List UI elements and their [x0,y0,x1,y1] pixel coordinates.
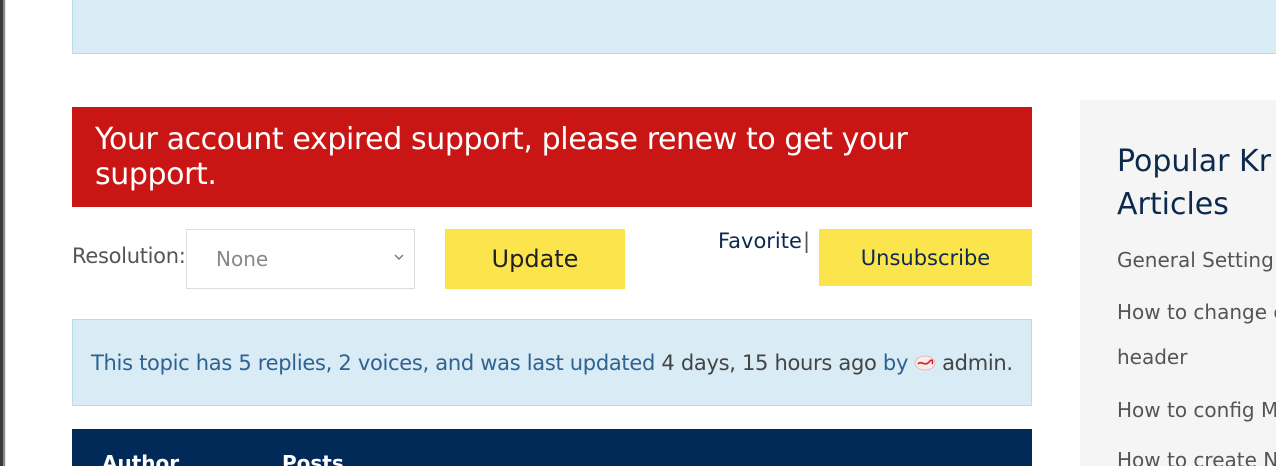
author-link[interactable]: admin. [942,351,1013,375]
sidebar-title: Popular Kr Articles [1117,140,1276,226]
window-edge [0,0,6,466]
resolution-label: Resolution: [72,244,186,268]
top-notice-panel [72,0,1276,54]
update-button[interactable]: Update [445,229,625,289]
admin-avatar-icon [914,355,936,370]
sidebar-title-line2: Articles [1117,187,1229,222]
column-author: Author [102,451,180,475]
alert-text: Your account expired support, please ren… [95,122,908,192]
expired-support-alert: Your account expired support, please ren… [72,107,1032,207]
article-link[interactable]: How to change c [1117,300,1276,324]
resolution-select[interactable]: None [186,229,415,289]
topic-info-text: This topic has 5 replies, 2 voices, and … [91,350,656,375]
separator: | [803,229,811,253]
sidebar-title-line1: Popular Kr [1117,144,1272,179]
by-text: by [882,350,909,375]
article-link-continued[interactable]: header [1117,345,1187,369]
last-updated-link[interactable]: 4 days, 15 hours ago [661,351,876,375]
resolution-selected-value: None [216,247,269,271]
article-link[interactable]: General Setting [1117,248,1274,272]
article-link[interactable]: How to config M [1117,398,1276,422]
table-header: Author Posts [72,429,1032,475]
favorite-link[interactable]: Favorite [718,229,802,253]
topic-info-notice: This topic has 5 replies, 2 voices, and … [72,319,1032,406]
sidebar-popular-articles: Popular Kr Articles General Setting How … [1080,100,1276,466]
chevron-down-icon [394,254,404,260]
article-link[interactable]: How to create N [1117,448,1276,466]
column-posts: Posts [282,451,344,475]
unsubscribe-button[interactable]: Unsubscribe [819,229,1032,286]
